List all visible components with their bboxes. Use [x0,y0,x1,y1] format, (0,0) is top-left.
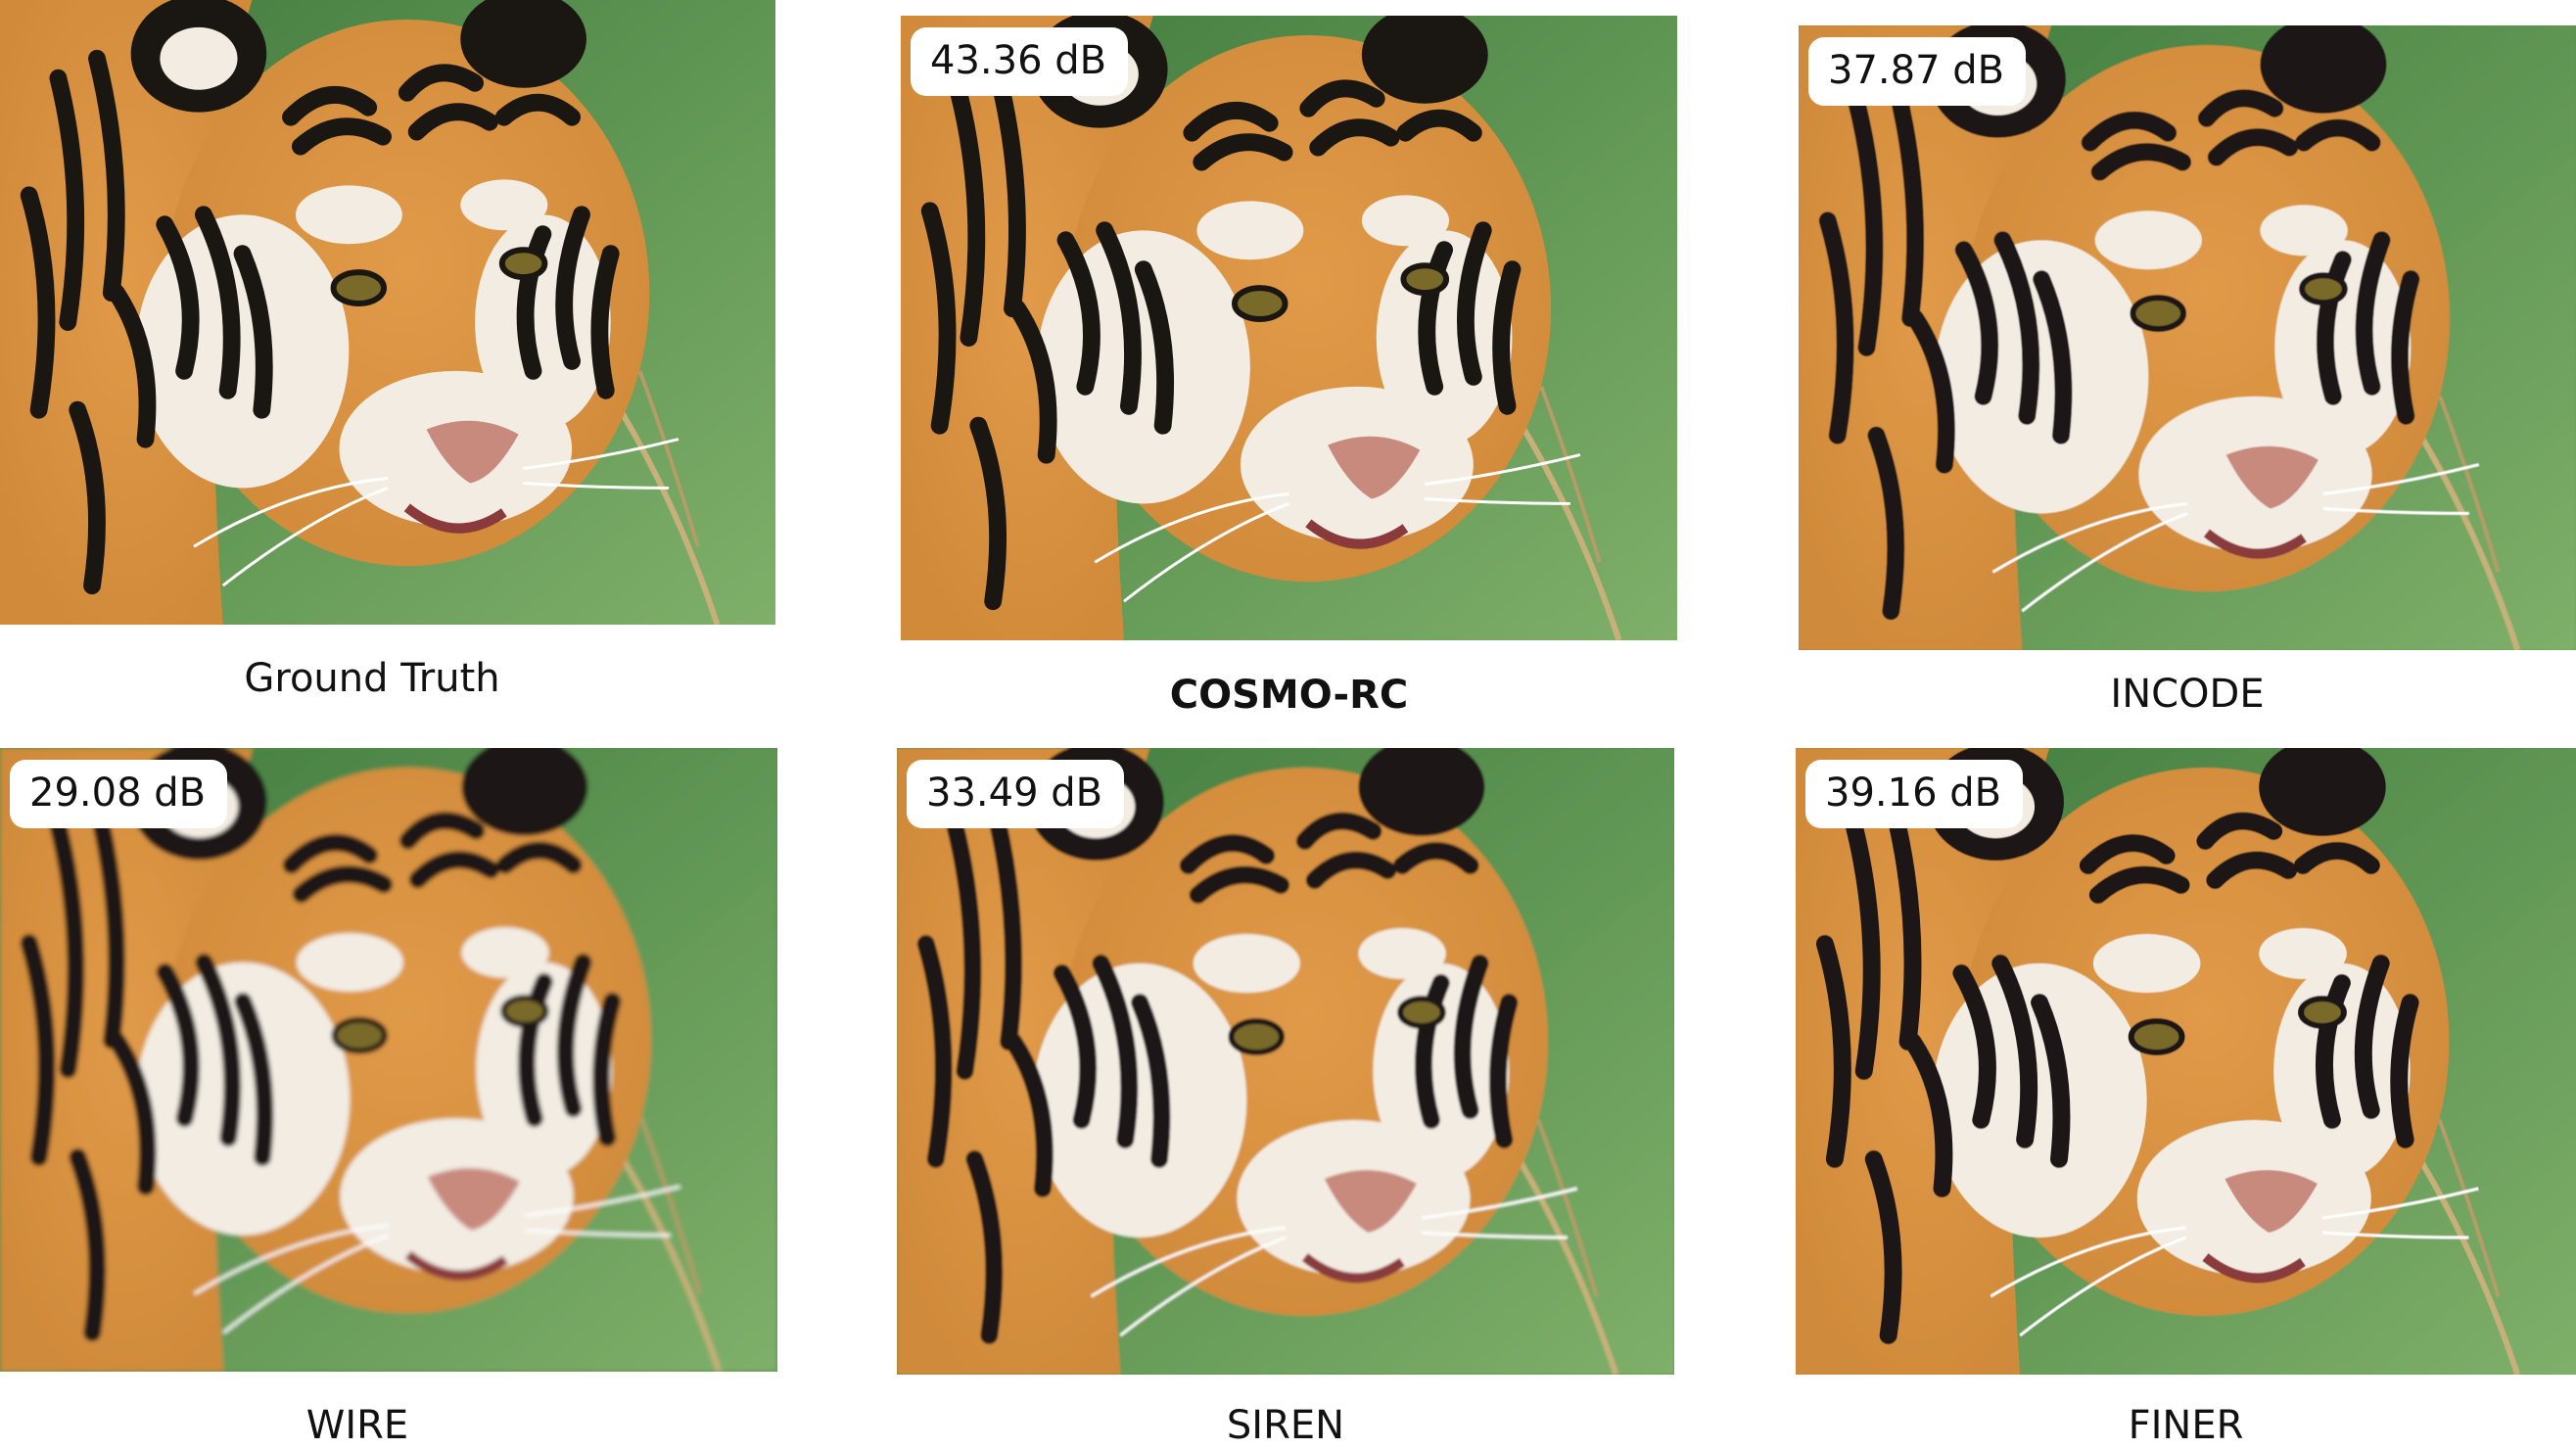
psnr-badge: 29.08 dB [10,760,228,828]
tiger-illustration [897,748,1674,1375]
caption-cosmo-rc: COSMO-RC [1169,673,1409,718]
wire-image: 29.08 dB [0,748,777,1372]
finer-image: 39.16 dB [1796,748,2576,1375]
incode-image: 37.87 dB [1799,25,2576,650]
tiger-illustration [1796,748,2576,1375]
cosmo-rc-image: 43.36 dB [901,16,1677,640]
psnr-badge: 43.36 dB [911,27,1129,96]
siren-image: 33.49 dB [897,748,1674,1375]
caption-ground-truth: Ground Truth [244,656,500,701]
tiger-illustration [901,16,1677,640]
caption-finer: FINER [2128,1403,2244,1448]
psnr-badge: 33.49 dB [907,760,1125,828]
tiger-illustration [0,0,775,625]
ground-truth-image [0,0,775,625]
psnr-badge: 37.87 dB [1808,37,2027,106]
tiger-illustration [1799,25,2576,650]
caption-incode: INCODE [2110,672,2265,717]
caption-siren: SIREN [1226,1403,1345,1448]
tiger-illustration [0,748,777,1372]
caption-wire: WIRE [305,1403,409,1448]
psnr-badge: 39.16 dB [1805,760,2024,828]
